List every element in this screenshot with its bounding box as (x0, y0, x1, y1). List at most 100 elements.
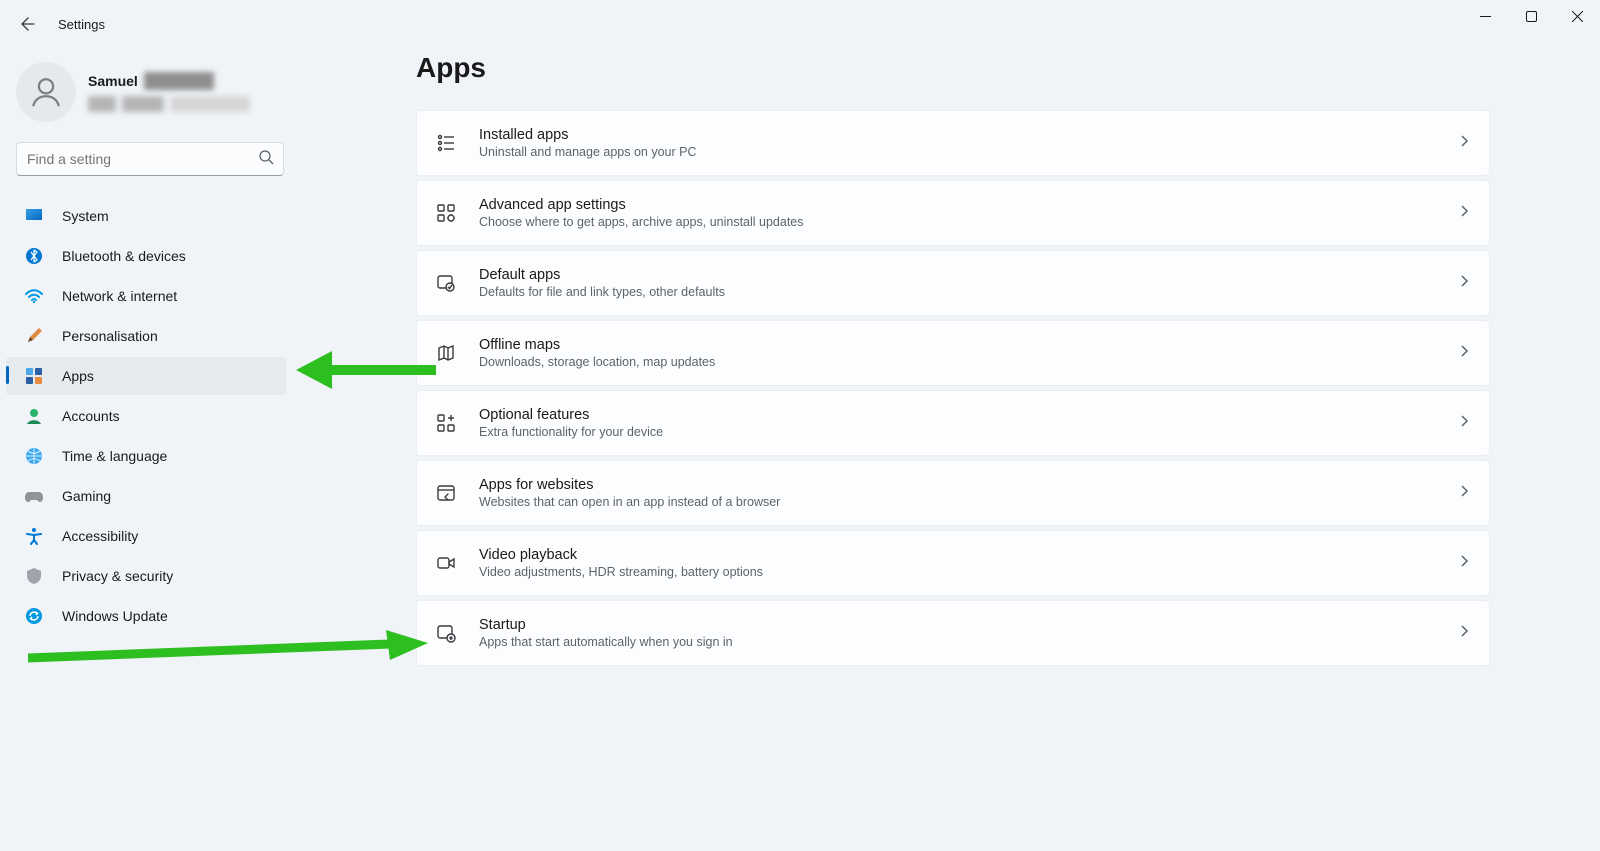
sidebar-item-apps[interactable]: Apps (6, 357, 286, 395)
chevron-right-icon (1459, 134, 1469, 153)
paintbrush-icon (24, 326, 44, 346)
window-controls (1462, 0, 1600, 32)
apps-websites-icon (435, 482, 457, 504)
sidebar-item-label: Apps (62, 368, 94, 384)
maximize-icon (1526, 11, 1537, 22)
card-title: Video playback (479, 547, 1459, 563)
sidebar-item-label: Windows Update (62, 608, 168, 624)
chevron-right-icon (1459, 274, 1469, 293)
installed-apps-icon (435, 132, 457, 154)
default-apps-icon (435, 272, 457, 294)
back-button[interactable] (18, 14, 38, 34)
accounts-icon (24, 406, 44, 426)
search-input[interactable] (16, 142, 284, 176)
card-subtitle: Choose where to get apps, archive apps, … (479, 215, 1459, 229)
sidebar-item-label: System (62, 208, 109, 224)
card-subtitle: Video adjustments, HDR streaming, batter… (479, 565, 1459, 579)
sidebar-item-label: Personalisation (62, 328, 158, 344)
card-offline-maps[interactable]: Offline maps Downloads, storage location,… (416, 320, 1490, 386)
avatar (16, 62, 76, 122)
person-icon (29, 75, 63, 109)
profile-last-name-redacted (144, 72, 214, 90)
profile-block[interactable]: Samuel (0, 56, 300, 134)
card-title: Installed apps (479, 127, 1459, 143)
update-icon (24, 606, 44, 626)
minimize-button[interactable] (1462, 0, 1508, 32)
sidebar-item-label: Accounts (62, 408, 120, 424)
card-subtitle: Extra functionality for your device (479, 425, 1459, 439)
card-title: Apps for websites (479, 477, 1459, 493)
advanced-apps-icon (435, 202, 457, 224)
card-title: Startup (479, 617, 1459, 633)
optional-features-icon (435, 412, 457, 434)
back-arrow-icon (20, 16, 36, 32)
card-title: Advanced app settings (479, 197, 1459, 213)
chevron-right-icon (1459, 414, 1469, 433)
card-apps-for-websites[interactable]: Apps for websites Websites that can open … (416, 460, 1490, 526)
titlebar: Settings (0, 0, 1600, 48)
sidebar-item-label: Bluetooth & devices (62, 248, 186, 264)
maximize-button[interactable] (1508, 0, 1554, 32)
gamepad-icon (24, 486, 44, 506)
sidebar-item-windows-update[interactable]: Windows Update (6, 597, 286, 635)
nav: System Bluetooth & devices Network & int… (0, 196, 300, 636)
accessibility-icon (24, 526, 44, 546)
sidebar-item-accessibility[interactable]: Accessibility (6, 517, 286, 555)
card-title: Default apps (479, 267, 1459, 283)
card-video-playback[interactable]: Video playback Video adjustments, HDR str… (416, 530, 1490, 596)
card-subtitle: Websites that can open in an app instead… (479, 495, 1459, 509)
sidebar-item-gaming[interactable]: Gaming (6, 477, 286, 515)
bluetooth-icon (24, 246, 44, 266)
chevron-right-icon (1459, 484, 1469, 503)
card-startup[interactable]: Startup Apps that start automatically whe… (416, 600, 1490, 666)
system-icon (24, 206, 44, 226)
minimize-icon (1480, 11, 1491, 22)
chevron-right-icon (1459, 204, 1469, 223)
map-icon (435, 342, 457, 364)
sidebar-item-label: Privacy & security (62, 568, 173, 584)
window-title: Settings (58, 17, 105, 32)
card-title: Optional features (479, 407, 1459, 423)
card-subtitle: Uninstall and manage apps on your PC (479, 145, 1459, 159)
card-title: Offline maps (479, 337, 1459, 353)
card-installed-apps[interactable]: Installed apps Uninstall and manage apps … (416, 110, 1490, 176)
globe-clock-icon (24, 446, 44, 466)
sidebar-item-privacy[interactable]: Privacy & security (6, 557, 286, 595)
card-advanced-app-settings[interactable]: Advanced app settings Choose where to get… (416, 180, 1490, 246)
sidebar-item-network[interactable]: Network & internet (6, 277, 286, 315)
card-subtitle: Downloads, storage location, map updates (479, 355, 1459, 369)
sidebar-item-label: Network & internet (62, 288, 177, 304)
sidebar-item-time-language[interactable]: Time & language (6, 437, 286, 475)
sidebar-item-system[interactable]: System (6, 197, 286, 235)
sidebar-item-bluetooth[interactable]: Bluetooth & devices (6, 237, 286, 275)
chevron-right-icon (1459, 554, 1469, 573)
card-optional-features[interactable]: Optional features Extra functionality for… (416, 390, 1490, 456)
sidebar-item-label: Gaming (62, 488, 111, 504)
card-subtitle: Apps that start automatically when you s… (479, 635, 1459, 649)
wifi-icon (24, 286, 44, 306)
annotation-arrow-apps (296, 345, 436, 395)
sidebar-item-label: Accessibility (62, 528, 138, 544)
profile-first-name: Samuel (88, 73, 138, 89)
profile-text: Samuel (88, 72, 250, 112)
search-box[interactable] (16, 142, 284, 176)
main-content: Apps Installed apps Uninstall and manage … (416, 52, 1490, 666)
sidebar: Samuel System Bluetooth & devices Networ… (0, 48, 300, 636)
close-icon (1572, 11, 1583, 22)
card-subtitle: Defaults for file and link types, other … (479, 285, 1459, 299)
video-icon (435, 552, 457, 574)
apps-icon (24, 366, 44, 386)
sidebar-item-accounts[interactable]: Accounts (6, 397, 286, 435)
chevron-right-icon (1459, 344, 1469, 363)
sidebar-item-label: Time & language (62, 448, 167, 464)
page-title: Apps (416, 52, 1490, 84)
profile-email-redacted (88, 96, 250, 112)
annotation-arrow-startup (28, 630, 428, 670)
sidebar-item-personalisation[interactable]: Personalisation (6, 317, 286, 355)
shield-icon (24, 566, 44, 586)
card-default-apps[interactable]: Default apps Defaults for file and link t… (416, 250, 1490, 316)
settings-cards: Installed apps Uninstall and manage apps … (416, 110, 1490, 666)
search-icon (258, 149, 274, 170)
close-button[interactable] (1554, 0, 1600, 32)
startup-icon (435, 622, 457, 644)
